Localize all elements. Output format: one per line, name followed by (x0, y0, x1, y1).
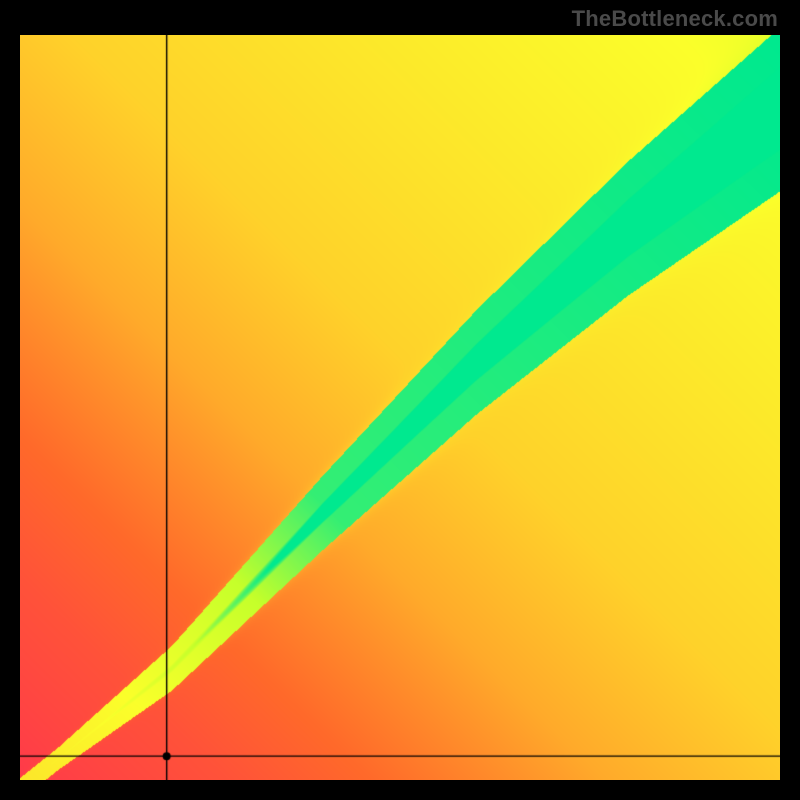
heatmap-canvas (20, 35, 780, 780)
chart-frame: TheBottleneck.com (0, 0, 800, 800)
watermark-label: TheBottleneck.com (572, 6, 778, 32)
heatmap-plot (20, 35, 780, 780)
